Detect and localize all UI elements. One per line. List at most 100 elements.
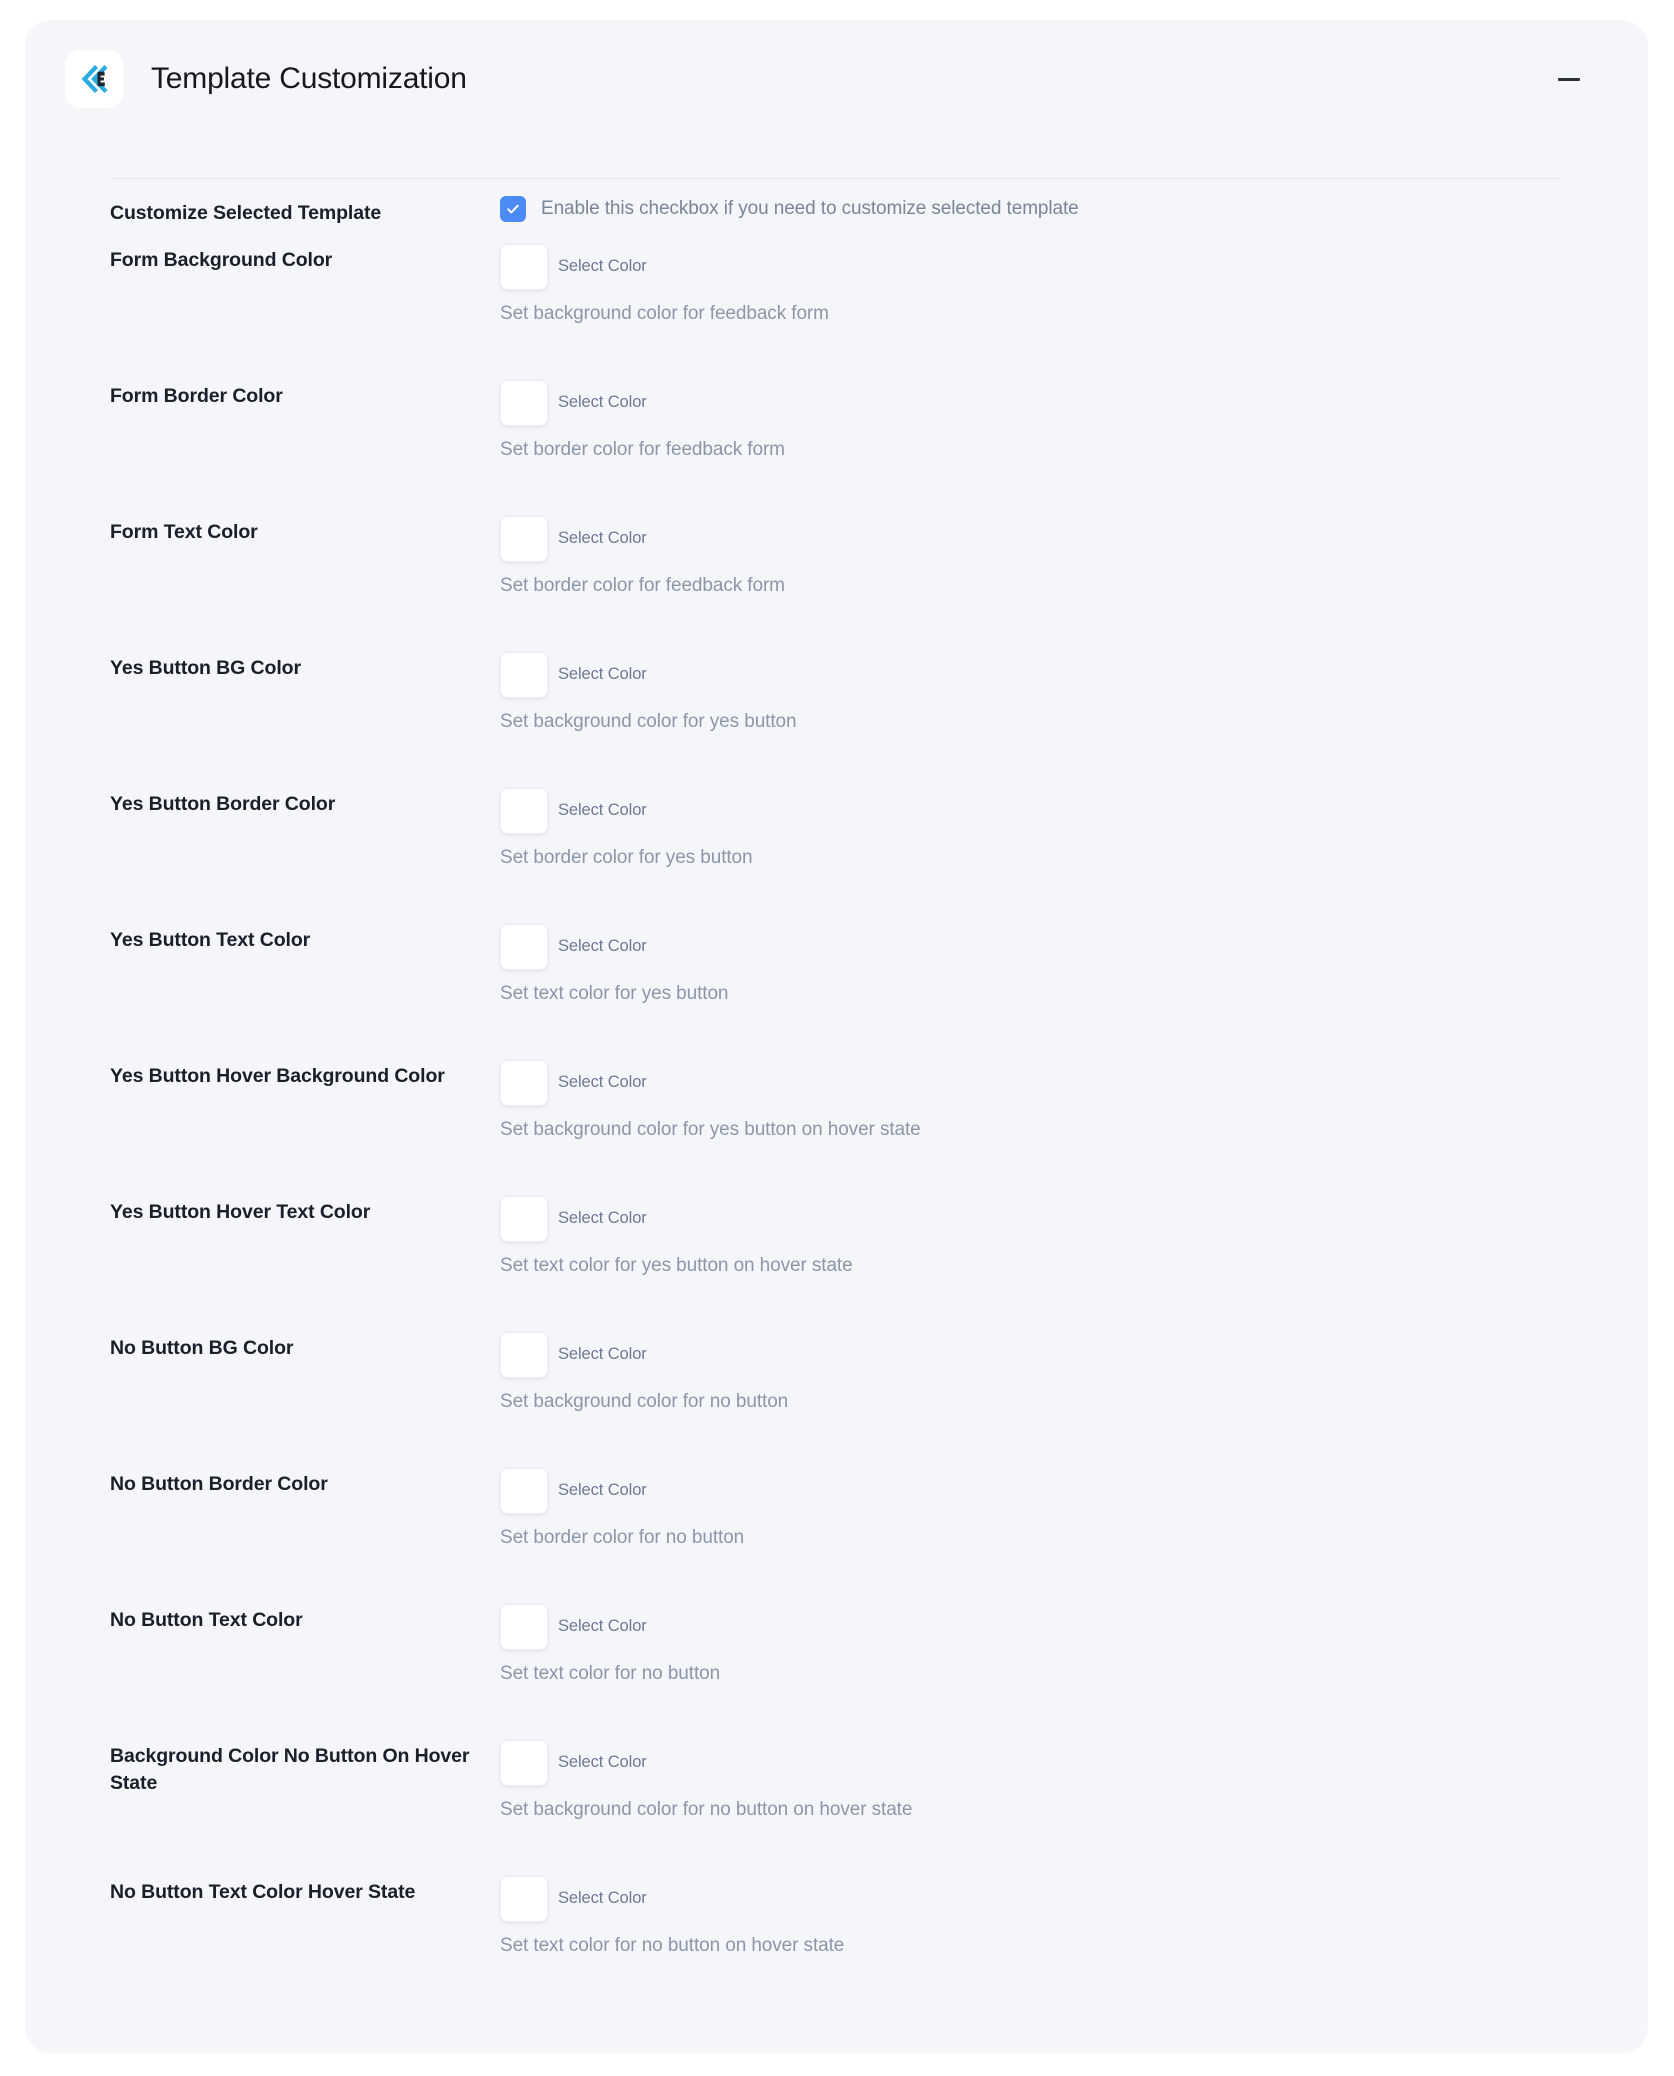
select-color-label: Select Color (558, 1889, 647, 1908)
color-swatch-button[interactable] (500, 1739, 548, 1786)
row-label: Yes Button Hover Background Color (110, 1064, 445, 1087)
double-chevron-left-logo-icon (76, 61, 112, 97)
row-description: Set text color for no button on hover st… (500, 1934, 845, 1956)
row-label: Background Color No Button On Hover Stat… (110, 1744, 470, 1794)
template-customization-panel: Template Customization Customize Selecte… (25, 20, 1648, 2053)
row-description: Set text color for yes button on hover s… (500, 1254, 853, 1276)
row-label: Customize Selected Template (110, 202, 382, 224)
select-color-label: Select Color (558, 1753, 647, 1772)
row-control: Select Color Set border color for feedba… (500, 379, 1648, 461)
color-swatch-button[interactable] (500, 515, 548, 562)
color-swatch-button[interactable] (500, 923, 548, 970)
collapse-panel-button[interactable] (1552, 62, 1586, 96)
color-swatch-button[interactable] (500, 651, 548, 698)
row-description: Set background color for feedback form (500, 302, 829, 324)
color-setting-row: No Button BG Color Select Color Set back… (25, 1331, 1648, 1467)
color-swatch-button[interactable] (500, 1875, 548, 1922)
select-color-label: Select Color (558, 801, 647, 820)
color-swatch-button[interactable] (500, 243, 548, 290)
swatch-line: Select Color (500, 1331, 1648, 1378)
swatch-line: Select Color (500, 1603, 1648, 1650)
page-title: Template Customization (151, 62, 467, 95)
row-control: Select Color Set background color for fe… (500, 243, 1648, 325)
color-setting-row: Form Text Color Select Color Set border … (25, 515, 1648, 651)
row-control: Select Color Set background color for no… (500, 1739, 1648, 1821)
row-control: Select Color Set text color for no butto… (500, 1875, 1648, 1957)
swatch-line: Select Color (500, 1059, 1648, 1106)
row-description: Set border color for feedback form (500, 574, 785, 596)
color-setting-row: Yes Button BG Color Select Color Set bac… (25, 651, 1648, 787)
color-setting-row: No Button Text Color Hover State Select … (25, 1875, 1648, 2011)
row-description: Set background color for yes button on h… (500, 1118, 921, 1140)
swatch-line: Select Color (500, 787, 1648, 834)
row-description: Set border color for yes button (500, 846, 753, 868)
swatch-line: Select Color (500, 243, 1648, 290)
select-color-label: Select Color (558, 1481, 647, 1500)
color-setting-row: Yes Button Text Color Select Color Set t… (25, 923, 1648, 1059)
select-color-label: Select Color (558, 529, 647, 548)
row-label: No Button Text Color Hover State (110, 1880, 416, 1903)
color-setting-row: No Button Text Color Select Color Set te… (25, 1603, 1648, 1739)
row-description: Set background color for no button (500, 1390, 789, 1412)
row-label: Yes Button BG Color (110, 656, 301, 679)
row-label: No Button BG Color (110, 1336, 294, 1359)
select-color-label: Select Color (558, 1073, 647, 1092)
header-divider (110, 178, 1563, 179)
select-color-label: Select Color (558, 937, 647, 956)
swatch-line: Select Color (500, 515, 1648, 562)
select-color-label: Select Color (558, 665, 647, 684)
row-description: Set background color for no button on ho… (500, 1798, 913, 1820)
row-label: Form Text Color (110, 520, 258, 543)
color-swatch-button[interactable] (500, 1467, 548, 1514)
swatch-line: Select Color (500, 379, 1648, 426)
row-label: No Button Border Color (110, 1472, 328, 1495)
select-color-label: Select Color (558, 1345, 647, 1364)
panel-body: Customize Selected Template Enable this … (25, 196, 1648, 2051)
swatch-line: Select Color (500, 1195, 1648, 1242)
color-swatch-button[interactable] (500, 787, 548, 834)
row-control: Select Color Set background color for no… (500, 1331, 1648, 1413)
checkmark-icon (507, 204, 519, 214)
row-label: Yes Button Hover Text Color (110, 1200, 371, 1223)
row-description: Set background color for yes button (500, 710, 797, 732)
color-setting-row: Yes Button Hover Text Color Select Color… (25, 1195, 1648, 1331)
row-label: No Button Text Color (110, 1608, 303, 1631)
color-swatch-button[interactable] (500, 1195, 548, 1242)
color-swatch-button[interactable] (500, 1603, 548, 1650)
select-color-label: Select Color (558, 393, 647, 412)
row-control: Select Color Set background color for ye… (500, 651, 1648, 733)
customize-template-checkbox[interactable] (500, 196, 526, 222)
page-root: Template Customization Customize Selecte… (0, 0, 1674, 2076)
color-setting-row: Yes Button Border Color Select Color Set… (25, 787, 1648, 923)
swatch-line: Select Color (500, 1467, 1648, 1514)
panel-header: Template Customization (25, 20, 1648, 138)
row-control: Enable this checkbox if you need to cust… (500, 196, 1648, 222)
color-swatch-button[interactable] (500, 1331, 548, 1378)
color-swatch-button[interactable] (500, 1059, 548, 1106)
color-rows-container: Form Background Color Select Color Set b… (25, 243, 1648, 2011)
minus-icon (1558, 77, 1580, 81)
select-color-label: Select Color (558, 1209, 647, 1228)
swatch-line: Select Color (500, 1739, 1648, 1786)
app-logo-tile (65, 50, 123, 108)
select-color-label: Select Color (558, 257, 647, 276)
checkbox-line: Enable this checkbox if you need to cust… (500, 196, 1648, 222)
row-label: Form Border Color (110, 384, 283, 407)
color-setting-row: Yes Button Hover Background Color Select… (25, 1059, 1648, 1195)
color-setting-row: Form Background Color Select Color Set b… (25, 243, 1648, 379)
row-control: Select Color Set text color for yes butt… (500, 923, 1648, 1005)
row-description: Set border color for feedback form (500, 438, 785, 460)
row-label: Yes Button Border Color (110, 792, 336, 815)
color-setting-row: No Button Border Color Select Color Set … (25, 1467, 1648, 1603)
row-description: Set border color for no button (500, 1526, 745, 1548)
row-control: Select Color Set text color for yes butt… (500, 1195, 1648, 1277)
row-description: Set text color for no button (500, 1662, 721, 1684)
row-label: Yes Button Text Color (110, 928, 311, 951)
select-color-label: Select Color (558, 1617, 647, 1636)
row-control: Select Color Set border color for yes bu… (500, 787, 1648, 869)
swatch-line: Select Color (500, 651, 1648, 698)
swatch-line: Select Color (500, 923, 1648, 970)
color-setting-row: Background Color No Button On Hover Stat… (25, 1739, 1648, 1875)
row-description: Set text color for yes button (500, 982, 729, 1004)
color-swatch-button[interactable] (500, 379, 548, 426)
